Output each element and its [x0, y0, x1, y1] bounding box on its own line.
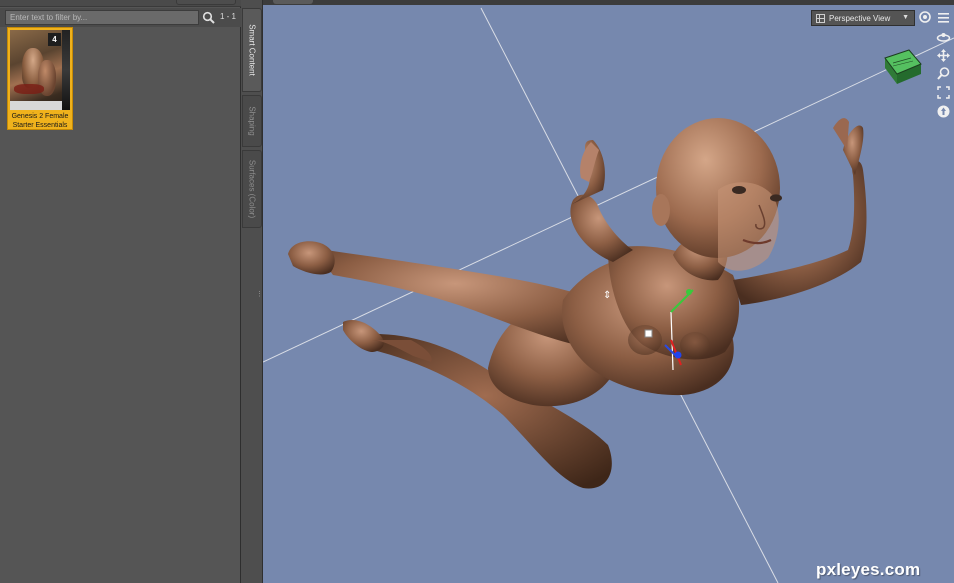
filter-bar: 1 - 1	[0, 8, 241, 27]
filter-input[interactable]	[5, 10, 199, 25]
watermark: pxleyes.com	[816, 560, 921, 579]
tab-label: Shaping	[247, 106, 257, 136]
reset-icon[interactable]	[936, 104, 951, 119]
tab-smart-content[interactable]: Smart Content	[242, 8, 262, 92]
pan-icon[interactable]	[936, 48, 951, 63]
search-icon[interactable]	[202, 11, 216, 25]
orbit-icon[interactable]	[936, 30, 951, 45]
chevron-down-icon: ▼	[902, 14, 909, 21]
content-library-panel: 1 - 1 4 Genesis 2 Female Starter Essenti…	[0, 0, 241, 583]
camera-grid-icon	[816, 14, 825, 23]
result-count: 1 - 1	[220, 12, 237, 21]
menu-icon[interactable]	[936, 10, 951, 25]
tab-label: Surfaces (Color)	[247, 159, 257, 219]
panel-tab[interactable]	[176, 0, 236, 5]
view-mode-label: Perspective View	[829, 14, 891, 23]
frame-icon[interactable]	[936, 85, 951, 100]
camera-icon[interactable]	[918, 10, 933, 25]
daz-version-badge: 4	[48, 33, 61, 46]
panel-header	[0, 0, 241, 7]
tab-label: Smart Content	[247, 24, 257, 76]
product-name: Genesis 2 Female Starter Essentials	[11, 113, 69, 129]
zoom-icon[interactable]	[936, 66, 951, 81]
navigation-cube[interactable]	[881, 44, 923, 88]
genesis-figure	[288, 118, 867, 489]
product-tile-genesis-2-female[interactable]: 4 Genesis 2 Female Starter Essentials	[7, 27, 73, 130]
product-thumbnail: 4	[10, 30, 70, 110]
3d-viewport[interactable]: ⇕ Perspective View ▼ pxleyes.com	[263, 0, 954, 583]
panel-resize-handle[interactable]: ⋮	[256, 290, 263, 304]
svg-text:⇕: ⇕	[603, 290, 611, 301]
app-window: 1 - 1 4 Genesis 2 Female Starter Essenti…	[0, 0, 954, 583]
scene-render: ⇕	[263, 7, 954, 583]
tab-shaping[interactable]: Shaping	[242, 95, 262, 147]
tab-surfaces[interactable]: Surfaces (Color)	[242, 150, 262, 228]
view-mode-select[interactable]: Perspective View ▼	[811, 10, 915, 26]
